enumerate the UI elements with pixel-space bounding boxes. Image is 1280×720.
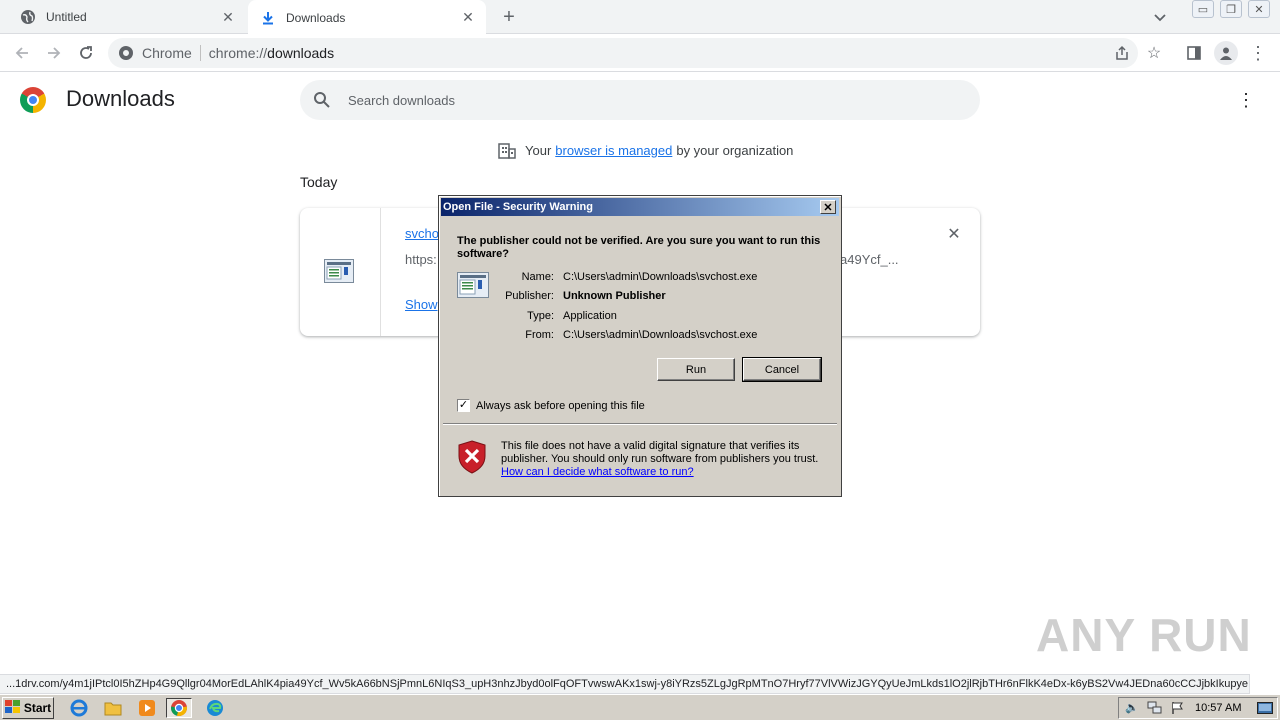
- page-title: Downloads: [66, 86, 175, 111]
- minimize-button[interactable]: ▭: [1192, 0, 1214, 18]
- detail-row-from: From: C:\Users\admin\Downloads\svchost.e…: [525, 329, 758, 342]
- tab-untitled[interactable]: Untitled ✕: [8, 0, 246, 34]
- warning-text: This file does not have a valid digital …: [501, 440, 819, 465]
- more-actions-icon[interactable]: ⋮: [1236, 88, 1256, 112]
- browser-toolbar: Chrome chrome://downloads ☆ ⋮: [0, 35, 1280, 72]
- dialog-close-button[interactable]: ✕: [820, 200, 836, 214]
- file-explorer-icon[interactable]: [102, 698, 124, 718]
- detail-row-publisher: Publisher: Unknown Publisher: [505, 290, 666, 303]
- tab-title: Untitled: [46, 10, 87, 24]
- chrome-site-icon: [118, 45, 134, 61]
- start-label: Start: [23, 701, 52, 715]
- download-icon-column: [300, 208, 381, 336]
- close-window-button[interactable]: ✕: [1248, 0, 1270, 18]
- browser-menu-icon[interactable]: ⋮: [1248, 43, 1268, 63]
- address-bar[interactable]: Chrome chrome://downloads: [108, 38, 1138, 68]
- back-icon[interactable]: [10, 41, 34, 65]
- close-tab-icon[interactable]: ✕: [458, 8, 478, 28]
- restore-button[interactable]: ❐: [1220, 0, 1242, 18]
- chrome-taskbar-icon[interactable]: [166, 698, 192, 718]
- url-text: chrome://downloads: [208, 45, 335, 61]
- shield-warning-icon: [457, 440, 487, 474]
- tab-downloads[interactable]: Downloads ✕: [248, 0, 486, 35]
- watermark-logo: ANY RUN: [1036, 609, 1252, 661]
- date-section-header: Today: [300, 174, 338, 190]
- signature-warning: This file does not have a valid digital …: [501, 440, 821, 479]
- close-tab-icon[interactable]: ✕: [218, 7, 238, 27]
- search-input[interactable]: [346, 91, 926, 109]
- always-ask-label: Always ask before opening this file: [476, 399, 645, 412]
- internet-explorer-icon[interactable]: [68, 698, 90, 718]
- managed-prefix: Your: [525, 142, 552, 158]
- site-chip-label: Chrome: [142, 45, 192, 61]
- cancel-button[interactable]: Cancel: [742, 357, 822, 382]
- clock: 10:57 AM: [1195, 702, 1242, 714]
- bookmark-star-icon[interactable]: ☆: [1144, 43, 1164, 63]
- search-bar[interactable]: [300, 80, 980, 120]
- detail-row-type: Type: Application: [527, 309, 617, 322]
- always-ask-checkbox[interactable]: ✓: [457, 399, 470, 412]
- remove-download-icon[interactable]: ✕: [944, 224, 964, 244]
- reload-icon[interactable]: [74, 41, 98, 65]
- managed-notice: Your browser is managed by your organiza…: [498, 141, 793, 159]
- window-controls: ▭ ❐ ✕: [1192, 0, 1270, 18]
- tab-title: Downloads: [286, 10, 346, 25]
- managed-suffix: by your organization: [676, 142, 794, 158]
- application-icon: [457, 272, 489, 298]
- dialog-question: The publisher could not be verified. Are…: [457, 235, 821, 260]
- media-player-icon[interactable]: [136, 698, 158, 718]
- building-icon: [498, 141, 516, 159]
- dialog-divider: [443, 423, 837, 425]
- help-link[interactable]: How can I decide what software to run?: [501, 466, 694, 478]
- dialog-titlebar: Open File - Security Warning ✕: [441, 198, 839, 216]
- action-center-flag-icon[interactable]: [1171, 701, 1185, 718]
- security-warning-dialog: Open File - Security Warning ✕ The publi…: [438, 195, 842, 497]
- globe-icon: [20, 9, 36, 25]
- executable-file-icon: [324, 259, 354, 283]
- forward-icon[interactable]: [42, 41, 66, 65]
- edge-icon[interactable]: [204, 698, 226, 718]
- show-in-folder-link[interactable]: Show: [405, 297, 438, 312]
- download-filename-link[interactable]: svcho: [405, 226, 439, 241]
- always-ask-checkbox-row[interactable]: ✓ Always ask before opening this file: [457, 399, 645, 412]
- omnibox-divider: [199, 45, 201, 61]
- tab-search-icon[interactable]: [1150, 7, 1170, 27]
- taskbar: Start 🔈 10:57 AM: [0, 694, 1280, 720]
- file-details: Name: C:\Users\admin\Downloads\svchost.e…: [494, 267, 757, 345]
- profile-avatar-icon[interactable]: [1214, 41, 1238, 65]
- volume-icon[interactable]: 🔈: [1125, 701, 1139, 714]
- tab-strip: Untitled ✕ Downloads ✕ + ▭ ❐ ✕: [0, 0, 1280, 35]
- detail-row-name: Name: C:\Users\admin\Downloads\svchost.e…: [521, 270, 758, 283]
- download-icon: [260, 10, 276, 26]
- new-tab-button[interactable]: +: [498, 6, 520, 28]
- managed-link[interactable]: browser is managed: [555, 143, 672, 158]
- search-icon: [312, 90, 332, 110]
- system-tray: 🔈 10:57 AM: [1118, 697, 1278, 719]
- windows-logo-icon: [4, 699, 21, 717]
- share-icon[interactable]: [1112, 43, 1132, 63]
- show-desktop-icon[interactable]: [1257, 702, 1273, 717]
- status-url-bubble: ...1drv.com/y4m1jIPtcl0I5hZHp4G9Qllgr04M…: [0, 674, 1250, 694]
- network-icon[interactable]: [1147, 701, 1163, 718]
- dialog-title: Open File - Security Warning: [443, 201, 593, 213]
- run-button[interactable]: Run: [657, 358, 735, 381]
- chrome-logo-icon: [20, 87, 46, 113]
- start-button[interactable]: Start: [2, 697, 54, 719]
- side-panel-icon[interactable]: [1184, 43, 1204, 63]
